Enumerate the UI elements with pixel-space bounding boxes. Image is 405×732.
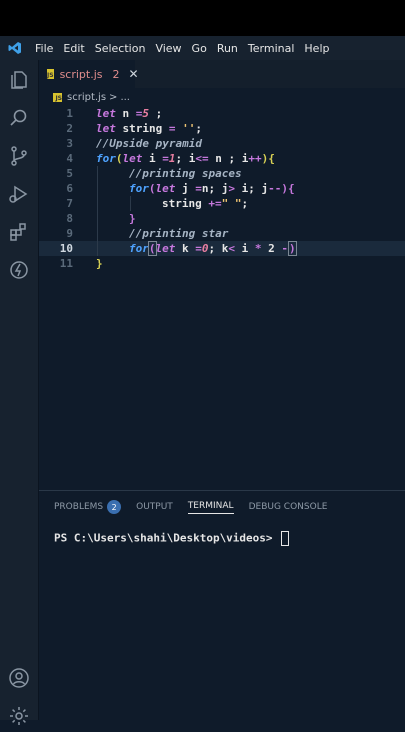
code-comment: //Upside pyramid	[96, 137, 202, 150]
remote-icon[interactable]	[7, 258, 31, 282]
breadcrumb-file[interactable]: script.js	[67, 92, 106, 103]
code-line-current: 10 for(let k =0; k< i * 2 -)	[39, 241, 405, 256]
line-number: 11	[59, 257, 73, 270]
line-number: 10	[59, 242, 73, 255]
line-number: 8	[66, 212, 73, 225]
code-comment: //printing star	[129, 227, 229, 240]
tab-problems[interactable]: PROBLEMS 2	[54, 500, 122, 514]
code-text: for(let k =0; k< i * 2 -)	[129, 241, 297, 256]
menu-terminal[interactable]: Terminal	[243, 42, 300, 55]
line-number: 4	[66, 152, 73, 165]
code-line: 2 let string = '';	[39, 121, 405, 136]
menu-edit[interactable]: Edit	[58, 42, 89, 55]
indent-guide	[97, 226, 98, 241]
breadcrumb: JS script.js > ...	[39, 88, 405, 106]
menu-go[interactable]: Go	[187, 42, 212, 55]
menu-bar: File Edit Selection View Go Run Terminal…	[0, 36, 405, 60]
code-text: let string = '';	[96, 122, 202, 135]
line-number: 3	[66, 137, 73, 150]
indent-guide	[130, 196, 131, 211]
code-line: 3 //Upside pyramid	[39, 136, 405, 151]
indent-guide	[97, 181, 98, 196]
code-line: 6 for(let j =n; j> i; j--){	[39, 181, 405, 196]
account-icon[interactable]	[7, 666, 31, 690]
tab-output[interactable]: OUTPUT	[136, 502, 173, 512]
activity-bar	[0, 60, 38, 725]
close-icon[interactable]: ✕	[129, 67, 139, 81]
menu-help[interactable]: Help	[299, 42, 334, 55]
run-debug-icon[interactable]	[7, 182, 31, 206]
code-line: 5 //printing spaces	[39, 166, 405, 181]
code-text: }	[129, 212, 136, 225]
tab-label: script.js	[59, 67, 103, 81]
code-line: 7 string +=" ";	[39, 196, 405, 211]
extensions-icon[interactable]	[7, 220, 31, 244]
search-icon[interactable]	[7, 106, 31, 130]
code-text: let n =5 ;	[96, 107, 163, 120]
settings-icon[interactable]	[7, 704, 31, 728]
code-comment: //printing spaces	[129, 167, 242, 180]
panel-tabs: PROBLEMS 2 OUTPUT TERMINAL DEBUG CONSOLE	[39, 497, 327, 517]
menu-file[interactable]: File	[30, 42, 58, 55]
line-number: 1	[66, 107, 73, 120]
indent-guide	[97, 166, 98, 181]
bottom-panel: PROBLEMS 2 OUTPUT TERMINAL DEBUG CONSOLE …	[39, 490, 405, 721]
line-number: 7	[66, 197, 73, 210]
editor-tab-bar: JS script.js 2 ✕	[39, 60, 405, 88]
tab-terminal[interactable]: TERMINAL	[187, 501, 234, 514]
terminal-cursor	[281, 531, 290, 546]
tab-script-js[interactable]: JS script.js 2 ✕	[39, 60, 139, 88]
line-number: 2	[66, 122, 73, 135]
problems-count-badge: 2	[107, 500, 122, 514]
tab-debug-console[interactable]: DEBUG CONSOLE	[249, 502, 328, 512]
js-file-icon: JS	[47, 69, 54, 79]
code-line: 9 //printing star	[39, 226, 405, 241]
source-control-icon[interactable]	[7, 144, 31, 168]
code-text: }	[96, 257, 103, 270]
code-line: 1 let n =5 ;	[39, 106, 405, 121]
indent-guide	[97, 196, 98, 211]
menu-run[interactable]: Run	[212, 42, 243, 55]
code-text: string +=" ";	[162, 197, 249, 210]
files-icon[interactable]	[7, 68, 31, 92]
tab-problem-count: 2	[112, 67, 120, 81]
terminal-prompt[interactable]: PS C:\Users\shahi\Desktop\videos>	[54, 531, 290, 546]
indent-guide	[97, 241, 98, 256]
code-line: 4 for(let i =1; i<= n ; i++){	[39, 151, 405, 166]
breadcrumb-tail[interactable]: ...	[120, 92, 130, 103]
code-line: 11 }	[39, 256, 405, 271]
line-number: 6	[66, 182, 73, 195]
js-file-icon: JS	[53, 92, 62, 102]
menu-selection[interactable]: Selection	[90, 42, 151, 55]
indent-guide	[97, 211, 98, 226]
code-line: 8 }	[39, 211, 405, 226]
menu-view[interactable]: View	[150, 42, 186, 55]
vscode-logo-icon	[0, 36, 30, 60]
breadcrumb-separator: >	[109, 91, 118, 103]
top-black-bar	[0, 0, 405, 36]
code-text: for(let j =n; j> i; j--){	[129, 182, 295, 195]
code-text: for(let i =1; i<= n ; i++){	[96, 152, 275, 165]
code-editor[interactable]: 1 let n =5 ; 2 let string = ''; 3 //Upsi…	[39, 106, 405, 490]
line-number: 5	[66, 167, 73, 180]
line-number: 9	[66, 227, 73, 240]
